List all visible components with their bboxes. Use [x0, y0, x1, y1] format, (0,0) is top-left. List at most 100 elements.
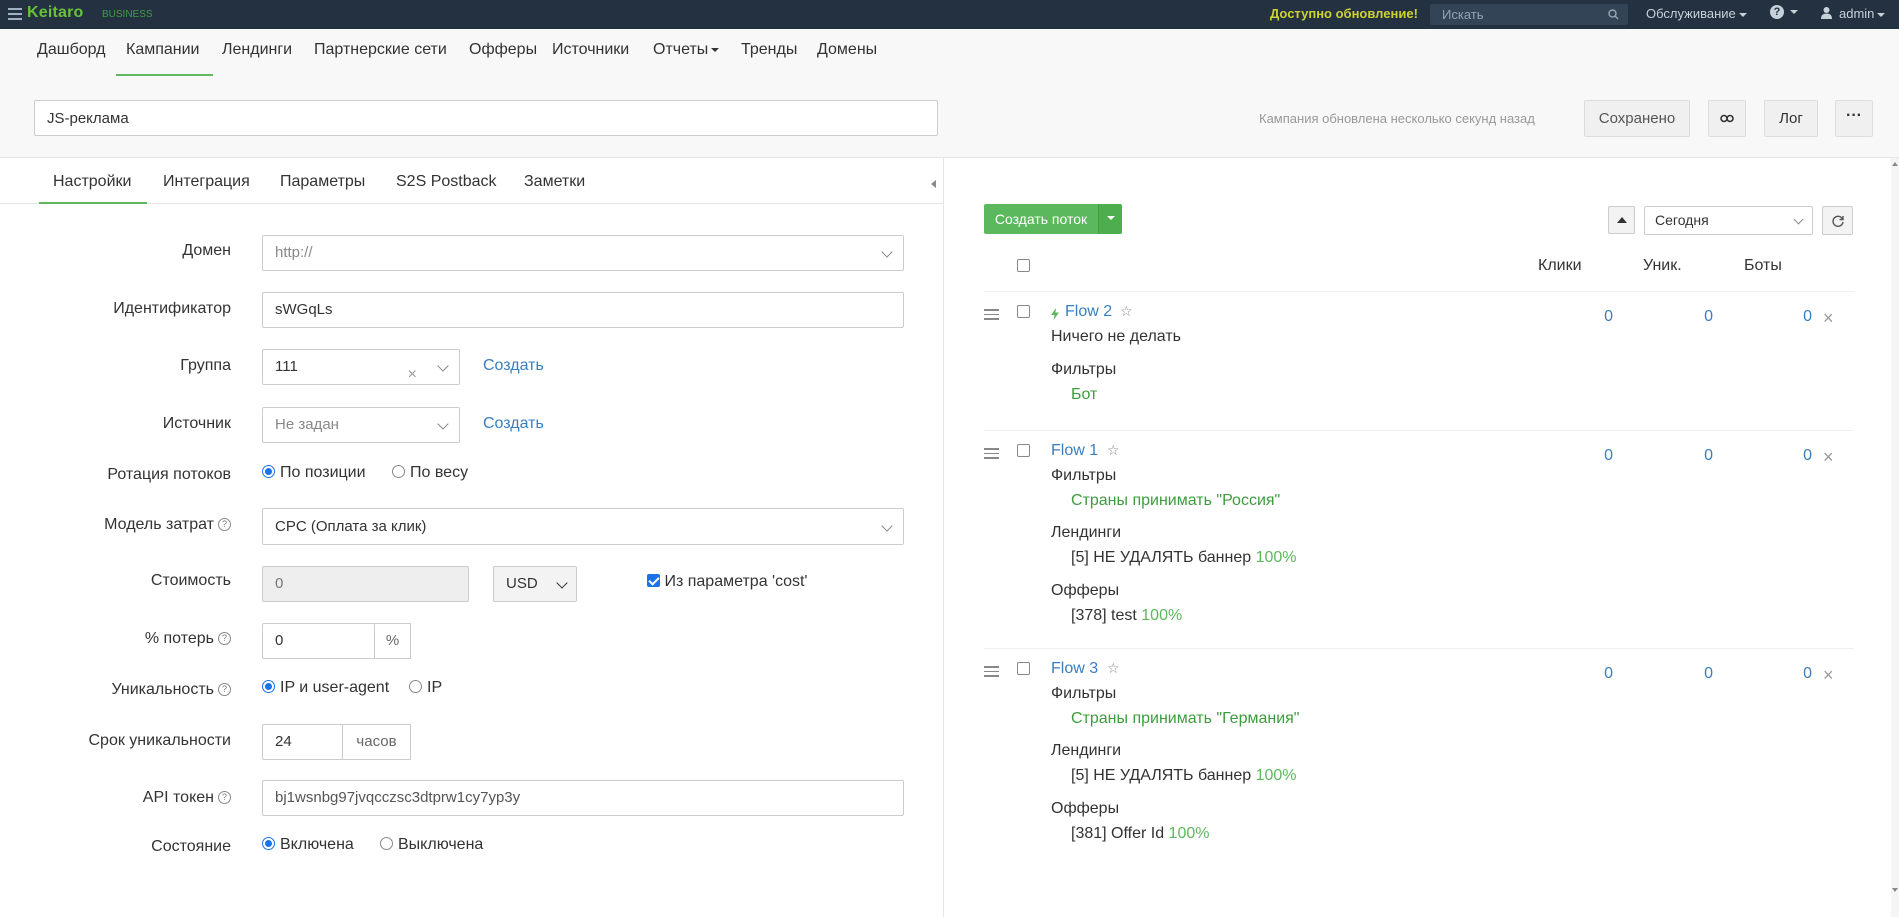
maintenance-label: Обслуживание	[1646, 6, 1736, 21]
nav-item-affiliate-networks[interactable]: Партнерские сети	[314, 41, 447, 59]
clear-icon[interactable]: ×	[408, 358, 417, 392]
logo[interactable]: Keitaro	[27, 4, 84, 22]
nav-item-dashboard[interactable]: Дашборд	[37, 41, 106, 59]
search-input[interactable]	[1430, 4, 1628, 25]
more-button[interactable]: ···	[1835, 100, 1873, 137]
help-icon[interactable]: ?	[218, 683, 231, 697]
tab-notes[interactable]: Заметки	[524, 173, 585, 191]
uniqueness-ip-ua-radio[interactable]: IP и user-agent	[262, 679, 389, 697]
state-label: Состояние	[151, 838, 231, 855]
help-icon[interactable]: ?	[218, 518, 231, 532]
uniqueness-ip-radio[interactable]: IP	[409, 679, 442, 697]
campaign-name-input[interactable]	[34, 100, 938, 136]
flow-name-link[interactable]: Flow 3	[1051, 660, 1098, 678]
uniqueness-ip-ua-label: IP и user-agent	[280, 679, 390, 696]
nav-item-offers[interactable]: Офферы	[469, 41, 537, 59]
filters-label: Фильтры	[1051, 685, 1117, 702]
cost-input[interactable]: 0	[262, 566, 469, 602]
menu-icon[interactable]	[8, 8, 22, 20]
nav-item-reports[interactable]: Отчеты	[653, 41, 720, 59]
maintenance-menu[interactable]: Обслуживание	[1646, 6, 1747, 21]
create-source-link[interactable]: Создать	[483, 415, 544, 433]
campaign-header: Кампания обновлена несколько секунд наза…	[0, 77, 1899, 158]
scrollbar[interactable]	[1891, 158, 1899, 917]
chevron-down-icon	[1106, 215, 1115, 220]
api-token-label: API токен?	[143, 789, 231, 807]
nav-item-campaigns[interactable]: Кампании	[126, 41, 200, 59]
log-button[interactable]: Лог	[1764, 100, 1818, 137]
refresh-button[interactable]	[1822, 206, 1853, 235]
offer-item: [378] test 100%	[1071, 607, 1182, 625]
domain-select[interactable]: http://	[262, 235, 904, 271]
delete-flow-icon[interactable]: ×	[1823, 447, 1834, 468]
link-button[interactable]	[1708, 100, 1746, 137]
offer-item: [381] Offer Id 100%	[1071, 825, 1209, 843]
currency-select[interactable]: USD	[493, 566, 577, 602]
help-icon[interactable]: ?	[218, 632, 231, 646]
period-select[interactable]: Сегодня	[1644, 206, 1813, 235]
star-icon[interactable]: ☆	[1120, 303, 1133, 320]
flow-uniques: 0	[1704, 308, 1713, 325]
identifier-input[interactable]: sWGqLs	[262, 292, 904, 328]
delete-flow-icon[interactable]: ×	[1823, 665, 1834, 686]
help-icon[interactable]: ?	[1770, 5, 1784, 19]
collapse-up-button[interactable]	[1608, 206, 1635, 234]
nav-item-landings[interactable]: Лендинги	[222, 41, 292, 59]
currency-value: USD	[506, 575, 538, 592]
nav-item-domains[interactable]: Домены	[817, 41, 877, 59]
uniq-period-input[interactable]: 24	[262, 724, 343, 760]
flow-checkbox[interactable]	[1017, 444, 1030, 457]
flow-clicks: 0	[1604, 447, 1613, 464]
flow-name-link[interactable]: Flow 2	[1065, 303, 1112, 321]
flow-name-link[interactable]: Flow 1	[1051, 442, 1098, 460]
loss-label-text: % потерь	[144, 630, 214, 647]
tab-integration[interactable]: Интеграция	[163, 173, 250, 191]
loss-label: % потерь?	[145, 630, 231, 648]
save-button[interactable]: Сохранено	[1584, 100, 1690, 137]
rotation-weight-radio[interactable]: По весу	[392, 464, 468, 482]
updated-status: Кампания обновлена несколько секунд наза…	[1259, 111, 1535, 126]
star-icon[interactable]: ☆	[1107, 660, 1120, 677]
state-enabled-radio[interactable]: Включена	[262, 836, 354, 854]
flow-checkbox[interactable]	[1017, 662, 1030, 675]
tab-s2s-postback[interactable]: S2S Postback	[396, 173, 497, 191]
loss-input[interactable]: 0	[262, 623, 375, 659]
create-flow-dropdown[interactable]	[1098, 204, 1122, 234]
landing-name: [5] НЕ УДАЛЯТЬ баннер	[1071, 549, 1252, 566]
tab-parameters[interactable]: Параметры	[280, 173, 365, 191]
help-icon[interactable]: ?	[218, 791, 231, 805]
user-name: admin	[1839, 6, 1875, 21]
flow-bots: 0	[1803, 447, 1812, 464]
state-disabled-radio[interactable]: Выключена	[380, 836, 483, 854]
chevron-down-icon[interactable]	[1790, 10, 1798, 14]
create-flow-button[interactable]: Создать поток	[984, 204, 1098, 234]
group-select[interactable]: 111 ×	[262, 349, 460, 385]
group-value: 111	[275, 358, 298, 375]
uniq-period-label: Срок уникальности	[88, 732, 232, 749]
update-available-link[interactable]: Доступно обновление!	[1270, 6, 1418, 21]
drag-handle-icon[interactable]	[984, 666, 999, 680]
drag-handle-icon[interactable]	[984, 309, 999, 323]
create-group-link[interactable]: Создать	[483, 357, 544, 375]
landing-percent: 100%	[1255, 549, 1297, 566]
cost-from-param-checkbox[interactable]: Из параметра 'cost'	[647, 573, 807, 591]
api-token-input[interactable]: bj1wsnbg97jvqcczsc3dtprw1cy7yp3y	[262, 780, 904, 816]
checkbox-checked	[647, 574, 660, 587]
user-menu[interactable]: admin	[1820, 6, 1886, 21]
nav-item-sources[interactable]: Источники	[552, 41, 629, 59]
tab-settings[interactable]: Настройки	[53, 173, 131, 191]
rotation-position-radio[interactable]: По позиции	[262, 464, 366, 482]
cost-model-select[interactable]: CPC (Оплата за клик)	[262, 508, 904, 545]
collapse-panel-icon[interactable]	[931, 180, 936, 188]
star-icon[interactable]: ☆	[1107, 442, 1120, 459]
col-uniques: Уник.	[1643, 257, 1682, 274]
delete-flow-icon[interactable]: ×	[1823, 308, 1834, 329]
radio-unchecked	[380, 837, 393, 850]
drag-handle-icon[interactable]	[984, 448, 999, 462]
flow-checkbox[interactable]	[1017, 305, 1030, 318]
search-icon[interactable]	[1608, 9, 1619, 20]
select-all-checkbox[interactable]	[1017, 259, 1030, 272]
nav-item-trends[interactable]: Тренды	[741, 41, 797, 59]
landings-label: Лендинги	[1051, 524, 1122, 541]
source-select[interactable]: Не задан	[262, 407, 460, 443]
